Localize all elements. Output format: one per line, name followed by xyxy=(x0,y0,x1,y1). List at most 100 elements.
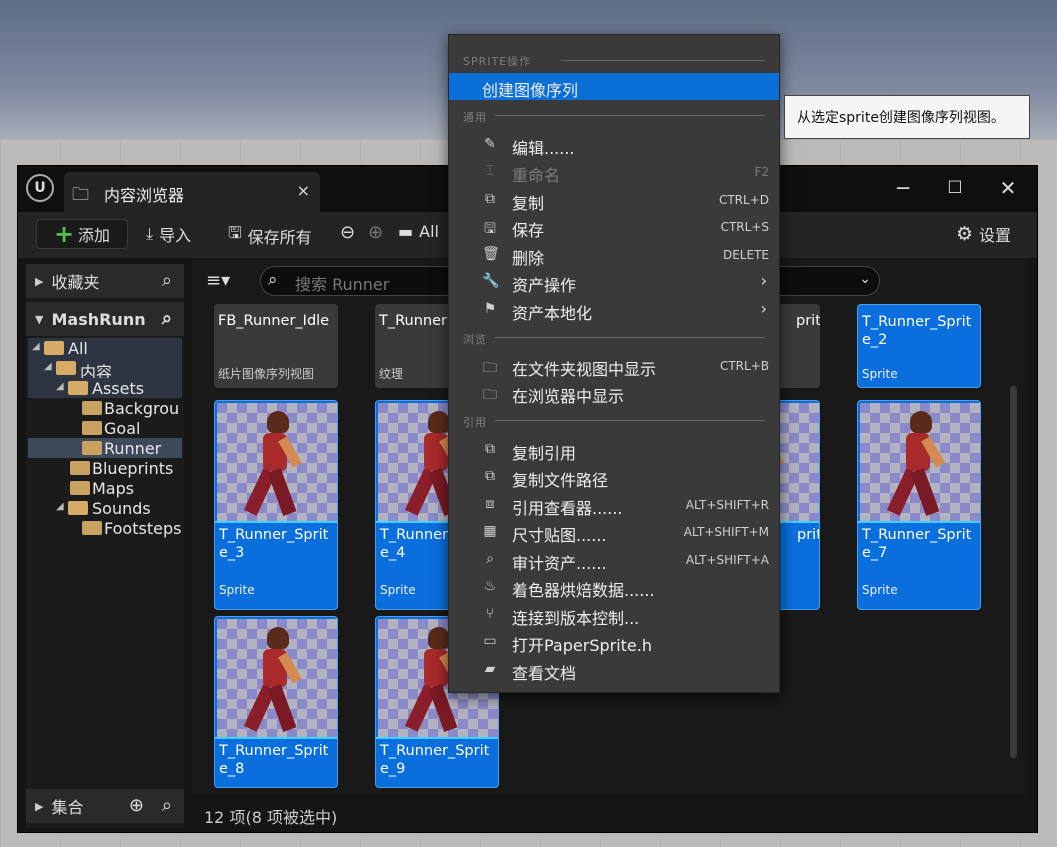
asset-name: T_Runner_Sprite_2 xyxy=(862,314,972,348)
import-button[interactable]: ⤓ 导入 xyxy=(146,222,191,246)
menu-item-delete[interactable]: 🗑 删除 DELETE xyxy=(449,241,779,268)
forward-button[interactable]: ⊕ xyxy=(368,222,383,243)
trash-icon: 🗑 xyxy=(482,246,500,262)
source-control-icon: ⑂ xyxy=(485,606,495,622)
menu-item-edit[interactable]: ✎ 编辑...... xyxy=(449,131,779,158)
menu-item-localization[interactable]: ⚑ 资产本地化 › xyxy=(449,296,779,323)
tree-item-backgrounds[interactable]: Backgrou xyxy=(28,398,182,418)
tree-item-sounds[interactable]: ◢ Sounds xyxy=(28,498,182,518)
menu-item-source-control[interactable]: ⑂ 连接到版本控制... xyxy=(449,601,779,628)
tree-label: Runner xyxy=(104,439,162,458)
tree-item-maps[interactable]: Maps xyxy=(28,478,182,498)
tree-item-blueprints[interactable]: Blueprints xyxy=(28,458,182,478)
section-sprite-header: SPRITE操作 xyxy=(463,55,532,68)
tab-content-browser[interactable]: 🗀 内容浏览器 × xyxy=(64,172,320,212)
sources-panel: ▶ 收藏夹 ⌕ ▼ MashRunn ⌕ ◢ All ◢ 内容 ◢ Assets xyxy=(26,264,184,828)
asset-card[interactable]: FB_Runner_Idle 纸片图像序列视图 xyxy=(214,304,338,388)
minimize-button[interactable]: ─ xyxy=(888,176,918,200)
menu-label: 审计资产...... xyxy=(512,554,607,573)
menu-item-copy-file-path[interactable]: ⧉ 复制文件路径 xyxy=(449,463,779,490)
tree-label: Assets xyxy=(92,379,145,398)
menu-item-size-map[interactable]: ▦ 尺寸贴图...... ALT+SHIFT+M xyxy=(449,518,779,545)
search-icon: ⌕ xyxy=(268,270,278,290)
menu-item-reference-viewer[interactable]: ⧈ 引用查看器...... ALT+SHIFT+R xyxy=(449,491,779,518)
tree-label: Goal xyxy=(104,419,141,438)
search-icon[interactable]: ⌕ xyxy=(162,308,172,329)
import-label: 导入 xyxy=(159,226,192,245)
chevron-right-icon: › xyxy=(760,299,767,318)
maximize-button[interactable]: ☐ xyxy=(940,178,970,198)
filter-icon[interactable]: ≡▾ xyxy=(206,270,230,291)
tree-item-content[interactable]: ◢ 内容 xyxy=(28,358,182,378)
asset-type: Sprite xyxy=(862,583,898,597)
menu-label: 在浏览器中显示 xyxy=(512,387,625,406)
menu-label: 在文件夹视图中显示 xyxy=(512,360,657,379)
project-header[interactable]: ▼ MashRunn ⌕ xyxy=(26,302,184,336)
flag-icon: ⚑ xyxy=(483,301,497,317)
tree-item-footsteps[interactable]: Footsteps xyxy=(28,518,182,538)
save-all-button[interactable]: 🖫 保存所有 xyxy=(228,222,312,249)
asset-card[interactable]: T_Runner_Sprite_7 Sprite xyxy=(857,400,981,610)
menu-item-audit-assets[interactable]: ⌕ 审计资产...... ALT+SHIFT+A xyxy=(449,546,779,573)
search-icon[interactable]: ⌕ xyxy=(162,270,172,291)
menu-item-copy[interactable]: ⧉ 复制 CTRL+D xyxy=(449,186,779,213)
asset-card[interactable]: T_Runner_Sprite_3 Sprite xyxy=(214,400,338,610)
favorites-header[interactable]: ▶ 收藏夹 ⌕ xyxy=(26,264,184,298)
menu-label: 资产操作 xyxy=(512,276,577,295)
close-window-button[interactable]: ✕ xyxy=(993,176,1023,200)
asset-card[interactable]: T_Runner_Sprite_8 xyxy=(214,616,338,788)
divider xyxy=(495,115,765,116)
asset-name: T_Runner_Sprite_9 xyxy=(380,743,490,777)
menu-item-view-docs[interactable]: ▰ 查看文档 xyxy=(449,656,779,683)
add-collection-icon[interactable]: ⊕ xyxy=(129,795,144,816)
menu-label: 创建图像序列 xyxy=(482,81,579,100)
tree-item-assets[interactable]: ◢ Assets xyxy=(28,378,182,398)
folder-icon xyxy=(82,521,102,535)
tree-item-goal[interactable]: Goal xyxy=(28,418,182,438)
chevron-down-icon: ▼ xyxy=(35,312,44,326)
shader-icon: ♨ xyxy=(483,578,497,594)
search-icon[interactable]: ⌕ xyxy=(162,795,172,816)
tree-item-runner[interactable]: Runner xyxy=(28,438,182,458)
path-breadcrumb[interactable]: ▬ All xyxy=(398,222,439,241)
tab-close-icon[interactable]: × xyxy=(297,181,310,200)
menu-item-copy-reference[interactable]: ⧉ 复制引用 xyxy=(449,436,779,463)
chevron-down-icon[interactable]: ⌄ xyxy=(859,271,871,287)
settings-button[interactable]: ⚙ 设置 xyxy=(956,222,1011,246)
search-placeholder: 搜索 Runner xyxy=(295,275,390,294)
shortcut: CTRL+D xyxy=(718,193,769,207)
asset-type: Sprite xyxy=(219,583,255,597)
shortcut: ALT+SHIFT+A xyxy=(685,553,769,567)
collections-header[interactable]: ▶ 集合 ⊕ ⌕ xyxy=(26,789,184,823)
expand-arrow-icon: ◢ xyxy=(32,341,40,352)
menu-label: 重命名 xyxy=(512,166,561,185)
duplicate-icon: ⧉ xyxy=(485,191,495,207)
chevron-right-icon: › xyxy=(760,271,767,290)
asset-card[interactable]: T_Runner_Sprite_2 Sprite xyxy=(857,304,981,388)
grid-scrollbar[interactable] xyxy=(1010,386,1017,758)
forward-arrow-icon: ⊕ xyxy=(368,222,384,243)
menu-label: 连接到版本控制... xyxy=(512,609,640,628)
back-button[interactable]: ⊖ xyxy=(340,222,355,243)
save-all-label: 保存所有 xyxy=(247,227,312,247)
sprite-thumbnail xyxy=(217,403,337,523)
menu-label: 打开PaperSprite.h xyxy=(512,636,652,655)
menu-item-rename[interactable]: ⌶ 重命名 F2 xyxy=(449,158,779,185)
book-icon: ▰ xyxy=(484,661,496,677)
menu-item-create-sequence[interactable]: 创建图像序列 xyxy=(449,73,779,100)
menu-item-save[interactable]: 🖫 保存 CTRL+S xyxy=(449,213,779,240)
gear-icon: ⚙ xyxy=(956,223,974,245)
menu-label: 引用查看器...... xyxy=(512,499,623,518)
copy-path-icon: ⧉ xyxy=(485,468,495,484)
tree-item-all[interactable]: ◢ All xyxy=(28,338,182,358)
menu-item-open-header[interactable]: ▭ 打开PaperSprite.h xyxy=(449,628,779,655)
menu-item-asset-actions[interactable]: 🔧 资产操作 › xyxy=(449,268,779,295)
reference-viewer-icon: ⧈ xyxy=(485,496,495,512)
menu-item-shader-cook[interactable]: ♨ 着色器烘焙数据...... xyxy=(449,573,779,600)
add-button[interactable]: + 添加 xyxy=(36,219,128,249)
import-icon: ⤓ xyxy=(146,224,154,243)
menu-item-show-in-browser[interactable]: 🗀 在浏览器中显示 xyxy=(449,379,779,406)
asset-name: FB_Runner_Idle xyxy=(218,313,330,329)
shortcut: CTRL+B xyxy=(719,359,769,373)
menu-item-show-in-folder[interactable]: 🗀 在文件夹视图中显示 CTRL+B xyxy=(449,352,779,379)
